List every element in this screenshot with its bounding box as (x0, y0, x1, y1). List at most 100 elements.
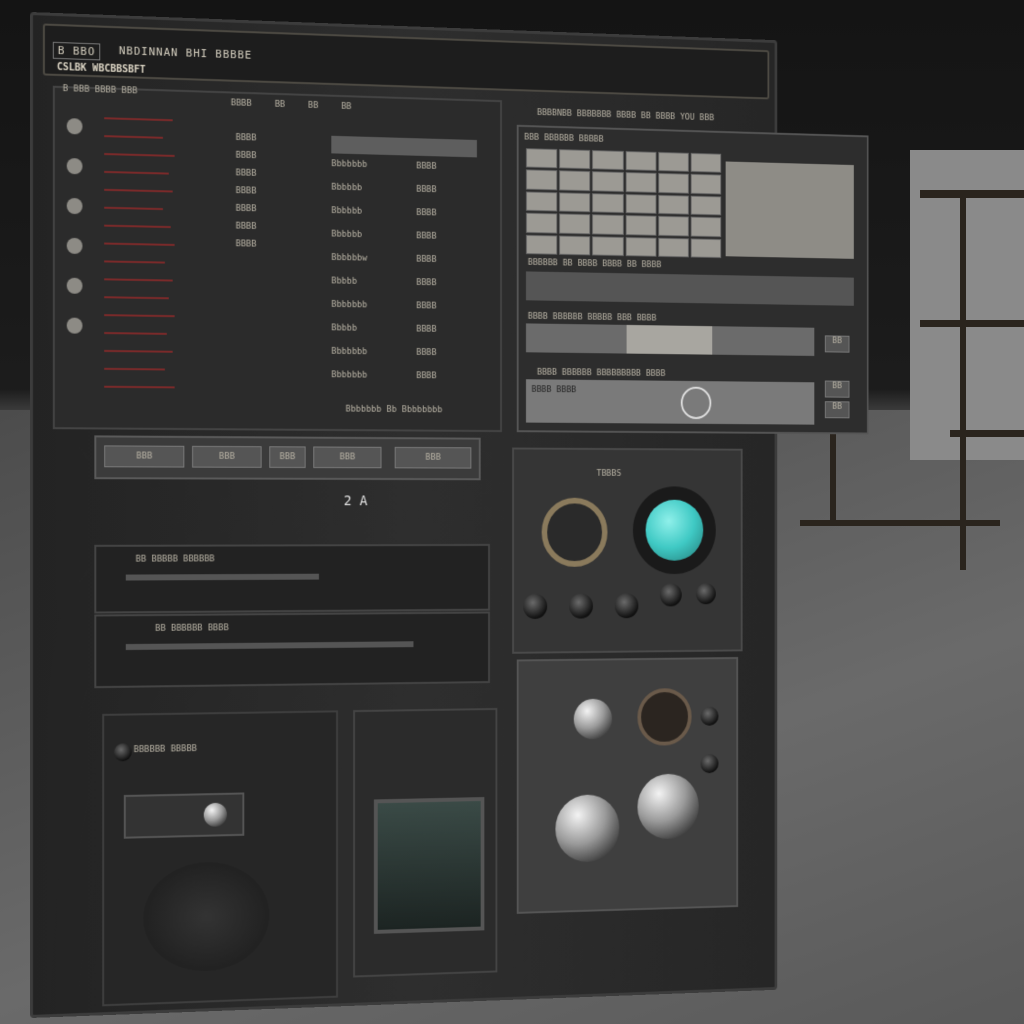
mid-bar-highlight (627, 325, 713, 355)
grid-cell[interactable] (658, 237, 689, 257)
cell: BBBB (416, 325, 472, 349)
large-knob[interactable] (637, 773, 698, 839)
cell: BBBB (236, 168, 294, 187)
data-grid (526, 148, 721, 258)
cell: BBBB (416, 348, 472, 372)
equipment-cabinet: B BBO NBDINNAN BHI BBBBE CSLBK WBCBBSBFT… (30, 12, 777, 1018)
lower-label: BBBBBB BBBBB (134, 744, 197, 755)
toggle-knob[interactable] (569, 594, 593, 619)
status-bar (526, 271, 854, 305)
drawer-label: BB BBBBB BBBBBB (136, 554, 215, 564)
cell: BBBB (236, 186, 294, 205)
drawer-handle[interactable] (126, 574, 319, 581)
cell: Bbbbbb (331, 183, 416, 208)
tuning-knob[interactable] (574, 699, 612, 740)
grid-cell[interactable] (658, 173, 689, 193)
cell: BBBB (416, 185, 472, 210)
grid-cell[interactable] (691, 195, 722, 215)
function-button[interactable]: BBB (395, 447, 472, 469)
grid-cell[interactable] (625, 172, 656, 192)
icon-column (67, 118, 97, 417)
mid-label: BBBB BBBBBB BBBBB BBB BBBB (528, 312, 657, 324)
preview-pane (726, 161, 854, 258)
grid-cell[interactable] (625, 194, 656, 214)
grid-cell[interactable] (559, 171, 590, 191)
grid-cell[interactable] (592, 236, 623, 256)
cell: BBBB (236, 133, 294, 152)
function-button[interactable]: BBB (269, 446, 305, 468)
grid-cell[interactable] (559, 235, 590, 255)
indicator-housing (633, 486, 716, 574)
grid-cell[interactable] (526, 234, 557, 254)
toggle-knob[interactable] (615, 593, 639, 618)
toggle-knob[interactable] (696, 583, 716, 604)
small-knob[interactable] (701, 707, 719, 726)
grid-cell[interactable] (625, 215, 656, 235)
gauge (637, 688, 691, 746)
crt-window (374, 797, 484, 934)
cell: BBBB (236, 239, 294, 258)
grid-cell[interactable] (691, 174, 722, 194)
gear-icon[interactable] (67, 198, 83, 214)
grid-cell[interactable] (559, 214, 590, 234)
side-button[interactable]: BB (825, 335, 850, 352)
grid-cell[interactable] (691, 153, 722, 173)
control-panel-lower (517, 657, 738, 914)
column-b: Bbbbbbb Bbbbbb Bbbbbb Bbbbbb Bbbbbbw Bbb… (331, 159, 416, 394)
grid-cell[interactable] (625, 151, 656, 171)
dial-ring[interactable] (542, 498, 608, 567)
small-knob[interactable] (114, 743, 132, 761)
side-button[interactable]: BB (825, 381, 850, 398)
drawer-handle[interactable] (126, 641, 414, 650)
status-line: BBBBBB BB BBBB BBBB BB BBBB (528, 258, 661, 270)
grid-cell[interactable] (559, 192, 590, 212)
function-button-strip: BBB BBB BBB BBB BBB (94, 435, 480, 480)
drawer-1[interactable]: BB BBBBB BBBBBB (94, 544, 490, 614)
grid-cell[interactable] (559, 149, 590, 169)
drawer-2[interactable]: BB BBBBBB BBBB (94, 612, 490, 689)
column-c: BBBB BBBB BBBB BBBB BBBB BBBB BBBB BBBB … (416, 162, 472, 396)
cell: BBBB (416, 208, 472, 233)
grid-cell[interactable] (625, 237, 656, 257)
grid-cell[interactable] (658, 195, 689, 215)
cell: Bbbbbbb (331, 370, 416, 394)
header-0: BBBB (231, 98, 252, 112)
grid-cell[interactable] (526, 191, 557, 211)
cell: Bbbbbbb (331, 347, 416, 371)
function-button[interactable]: BBB (192, 446, 262, 468)
cell: BBBB (416, 255, 472, 279)
side-button[interactable]: BB (825, 401, 850, 418)
header-2: BB (308, 101, 318, 115)
grid-cell[interactable] (592, 172, 623, 192)
cell: Bbbbbbb (331, 159, 416, 185)
function-button[interactable]: BBB (313, 446, 381, 468)
grid-cell[interactable] (526, 213, 557, 233)
top-tag: B BBO (53, 42, 101, 61)
grid-cell[interactable] (592, 214, 623, 234)
control-panel-upper: TBBBS (512, 448, 742, 654)
function-button[interactable]: BBB (104, 445, 184, 467)
small-knob[interactable] (701, 754, 719, 773)
toggle-knob[interactable] (660, 583, 682, 606)
cell: Bbbbb (331, 323, 416, 348)
gear-icon[interactable] (67, 238, 83, 254)
grid-cell[interactable] (691, 238, 722, 258)
grid-cell[interactable] (658, 216, 689, 236)
grid-cell[interactable] (592, 150, 623, 170)
grid-cell[interactable] (691, 217, 722, 237)
gear-icon[interactable] (67, 118, 83, 134)
indicator-lamp (646, 500, 704, 561)
cell: BBBB (416, 162, 472, 187)
left-display: CSLBK WBCBBSBFT B BBB BBBB BBB BBBB BB B… (53, 86, 502, 432)
push-button[interactable] (204, 803, 227, 827)
grid-cell[interactable] (658, 152, 689, 172)
toggle-knob[interactable] (523, 594, 547, 619)
grid-cell[interactable] (526, 170, 557, 190)
large-knob[interactable] (555, 794, 619, 863)
grid-cell[interactable] (592, 193, 623, 213)
gear-icon[interactable] (67, 158, 83, 174)
grid-cell[interactable] (526, 148, 557, 168)
gear-icon[interactable] (67, 278, 83, 294)
gear-icon[interactable] (67, 318, 83, 334)
drawer-label: BB BBBBBB BBBB (155, 623, 229, 634)
